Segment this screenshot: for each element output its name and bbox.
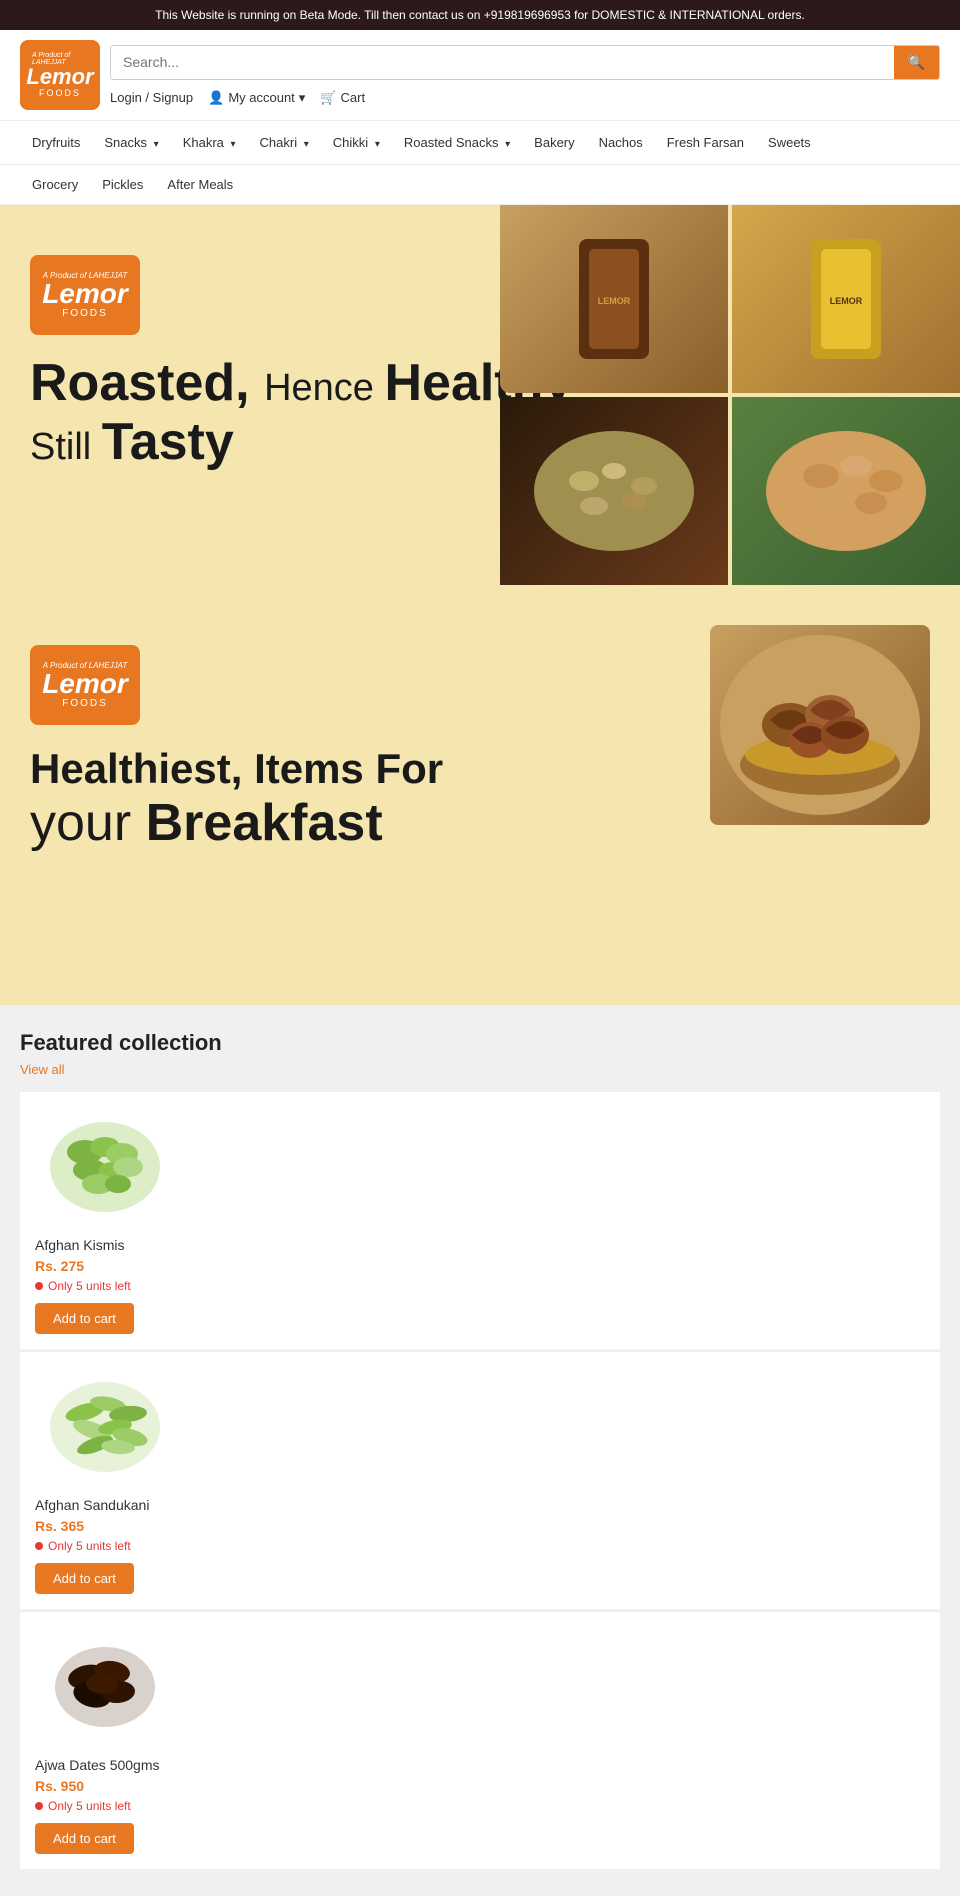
header: A Product of LAHEJJAT Lemor FOODS 🔍 Logi…	[0, 30, 960, 121]
product-price-dates: Rs. 950	[35, 1778, 925, 1794]
hero-product-img-2: LEMOR	[732, 205, 960, 393]
hero-logo-box-2: A Product of LAHEJJAT Lemor FOODS	[30, 645, 140, 725]
nav-link-khakra[interactable]: Khakra ▾	[171, 121, 248, 164]
nav-item-nachos[interactable]: Nachos	[587, 121, 655, 164]
search-input[interactable]	[111, 46, 894, 79]
main-nav: Dryfruits Snacks ▾ Khakra ▾ Chakri ▾ Chi…	[0, 121, 960, 165]
product-card-kismis: Afghan Kismis Rs. 275 Only 5 units left …	[20, 1092, 940, 1349]
stock-dot-kismis	[35, 1282, 43, 1290]
logo-foods: FOODS	[39, 88, 81, 98]
banner-text: This Website is running on Beta Mode. Ti…	[155, 8, 805, 22]
nav-link-bakery[interactable]: Bakery	[522, 121, 586, 164]
product-name-dates: Ajwa Dates 500gms	[35, 1757, 925, 1773]
stock-text-kismis: Only 5 units left	[48, 1279, 131, 1293]
add-to-cart-dates[interactable]: Add to cart	[35, 1823, 134, 1854]
hero-product-img-pistachio	[500, 397, 728, 585]
nav-item-khakra[interactable]: Khakra ▾	[171, 121, 248, 164]
product-image-dates	[35, 1627, 175, 1747]
nav-item-snacks[interactable]: Snacks ▾	[92, 121, 170, 164]
product-name-sandukani: Afghan Sandukani	[35, 1497, 925, 1513]
my-account-link[interactable]: 👤 My account ▾	[208, 90, 305, 106]
chevron-down-icon: ▾	[505, 139, 510, 150]
nav-link-grocery[interactable]: Grocery	[20, 165, 90, 204]
add-to-cart-kismis[interactable]: Add to cart	[35, 1303, 134, 1334]
cart-icon: 🛒	[320, 90, 336, 106]
search-area: 🔍 Login / Signup 👤 My account ▾ 🛒 Cart	[110, 45, 940, 106]
logo-lemor: Lemor	[26, 66, 93, 88]
nav-link-roasted-snacks[interactable]: Roasted Snacks ▾	[392, 121, 522, 164]
hero-logo-lemor-1: Lemor	[42, 280, 128, 308]
stock-text-dates: Only 5 units left	[48, 1799, 131, 1813]
nav-item-fresh-farsan[interactable]: Fresh Farsan	[655, 121, 756, 164]
hero-product-img-1: LEMOR	[500, 205, 728, 393]
product-name-kismis: Afghan Kismis	[35, 1237, 925, 1253]
nav-link-snacks[interactable]: Snacks ▾	[92, 121, 170, 164]
nav-link-chakri[interactable]: Chakri ▾	[248, 121, 321, 164]
nav-link-dryfruits[interactable]: Dryfruits	[20, 121, 92, 164]
nav-item-dryfruits[interactable]: Dryfruits	[20, 121, 92, 164]
nav-link-sweets[interactable]: Sweets	[756, 121, 823, 164]
cart-link[interactable]: 🛒 Cart	[320, 90, 365, 106]
product-card-sandukani: Afghan Sandukani Rs. 365 Only 5 units le…	[20, 1351, 940, 1609]
cart-label: Cart	[341, 90, 366, 105]
stock-dot-sandukani	[35, 1542, 43, 1550]
top-banner: This Website is running on Beta Mode. Ti…	[0, 0, 960, 30]
hero-product-img-almonds	[732, 397, 960, 585]
nav-row2: Grocery Pickles After Meals	[0, 165, 960, 205]
chevron-down-icon: ▾	[299, 90, 306, 106]
logo[interactable]: A Product of LAHEJJAT Lemor FOODS	[20, 40, 100, 110]
chevron-down-icon: ▾	[375, 139, 380, 150]
product-image-kismis	[35, 1107, 175, 1227]
hero-slide-1: A Product of LAHEJJAT Lemor FOODS Roaste…	[0, 205, 960, 605]
hero-logo-foods-1: FOODS	[62, 308, 108, 319]
nav-link-pickles[interactable]: Pickles	[90, 165, 155, 204]
stock-text-sandukani: Only 5 units left	[48, 1539, 131, 1553]
product-stock-dates: Only 5 units left	[35, 1799, 925, 1813]
featured-section: Featured collection View all Afghan Kism…	[0, 1005, 960, 1896]
search-bar: 🔍	[110, 45, 940, 80]
login-signup-link[interactable]: Login / Signup	[110, 90, 193, 105]
product-stock-sandukani: Only 5 units left	[35, 1539, 925, 1553]
product-image-sandukani	[35, 1367, 175, 1487]
hero-walnut-image	[710, 625, 930, 825]
my-account-label: My account	[228, 90, 294, 105]
nav-link-fresh-farsan[interactable]: Fresh Farsan	[655, 121, 756, 164]
nav-item-sweets[interactable]: Sweets	[756, 121, 823, 164]
hero-product-images: LEMOR LEMOR	[500, 205, 960, 585]
stock-dot-dates	[35, 1802, 43, 1810]
chevron-down-icon: ▾	[154, 139, 159, 150]
nav-item-bakery[interactable]: Bakery	[522, 121, 586, 164]
account-cart-area: Login / Signup 👤 My account ▾ 🛒 Cart	[110, 90, 940, 106]
svg-text:LEMOR: LEMOR	[598, 296, 631, 306]
product-stock-kismis: Only 5 units left	[35, 1279, 925, 1293]
account-icon: 👤	[208, 90, 224, 106]
add-to-cart-sandukani[interactable]: Add to cart	[35, 1563, 134, 1594]
featured-title: Featured collection	[20, 1030, 940, 1056]
nav-link-chikki[interactable]: Chikki ▾	[321, 121, 392, 164]
nav-link-nachos[interactable]: Nachos	[587, 121, 655, 164]
search-button[interactable]: 🔍	[894, 46, 939, 79]
chevron-down-icon: ▾	[304, 139, 309, 150]
hero-slide-2: A Product of LAHEJJAT Lemor FOODS Health…	[0, 605, 960, 955]
products-grid: Afghan Kismis Rs. 275 Only 5 units left …	[20, 1092, 940, 1871]
nav-item-chakri[interactable]: Chakri ▾	[248, 121, 321, 164]
nav-item-roasted-snacks[interactable]: Roasted Snacks ▾	[392, 121, 522, 164]
login-signup-label: Login / Signup	[110, 90, 193, 105]
view-all-link[interactable]: View all	[20, 1062, 65, 1077]
svg-text:LEMOR: LEMOR	[830, 296, 863, 306]
product-price-sandukani: Rs. 365	[35, 1518, 925, 1534]
chevron-down-icon: ▾	[231, 139, 236, 150]
hero-banner: A Product of LAHEJJAT Lemor FOODS Roaste…	[0, 205, 960, 1005]
nav-item-chikki[interactable]: Chikki ▾	[321, 121, 392, 164]
hero-logo-box-1: A Product of LAHEJJAT Lemor FOODS	[30, 255, 140, 335]
hero-logo-lemor-2: Lemor	[42, 670, 128, 698]
product-card-dates: Ajwa Dates 500gms Rs. 950 Only 5 units l…	[20, 1611, 940, 1869]
nav-items-row1: Dryfruits Snacks ▾ Khakra ▾ Chakri ▾ Chi…	[20, 121, 940, 164]
hero-logo-foods-2: FOODS	[62, 698, 108, 709]
product-price-kismis: Rs. 275	[35, 1258, 925, 1274]
nav-link-after-meals[interactable]: After Meals	[155, 165, 245, 204]
